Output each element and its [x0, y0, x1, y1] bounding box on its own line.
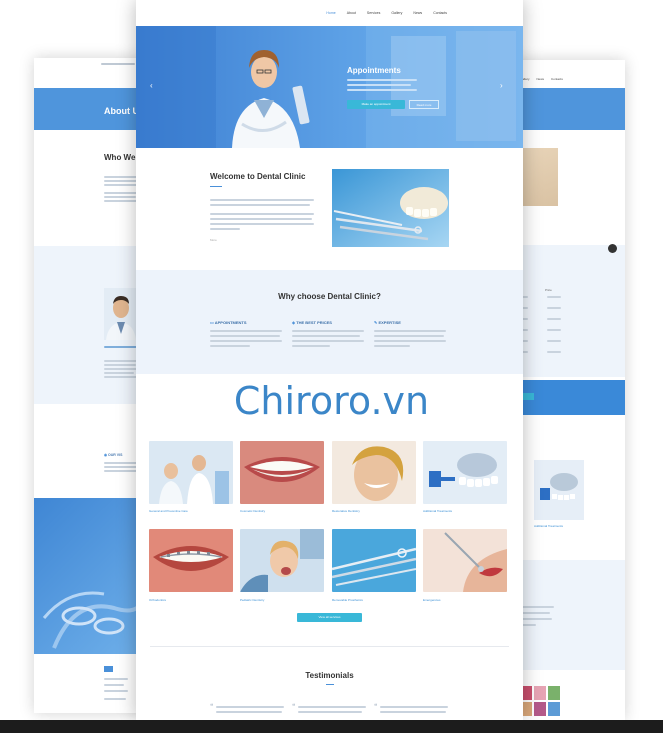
quote-icon: ❝ — [210, 704, 214, 710]
service-caption[interactable]: General and Preventive Care — [149, 509, 188, 513]
nav-item-contacts[interactable]: Contacts — [551, 77, 563, 81]
service-card-cosmetic[interactable] — [240, 441, 324, 504]
dental-tools-photo — [332, 169, 449, 247]
tools-photo — [34, 498, 146, 654]
service-caption[interactable]: Removable Prosthetics — [332, 598, 363, 602]
additional-treatments-photo — [534, 460, 584, 520]
welcome-more-link[interactable]: More — [210, 238, 217, 242]
service-card-additional[interactable] — [423, 441, 507, 504]
our-vision-title: ◉ OUR VIS — [104, 453, 123, 457]
nav-item-news[interactable]: News — [537, 77, 545, 81]
chevron-right-icon[interactable]: › — [500, 81, 503, 90]
testimonials-underline — [326, 684, 334, 685]
additional-caption: Additional Treatments — [534, 524, 564, 528]
service-card-general[interactable] — [149, 441, 233, 504]
footer-logo — [104, 666, 113, 672]
feature-expertise: ✎ EXPERTISE — [374, 320, 401, 325]
make-appointment-button[interactable]: Make an appointment — [347, 100, 405, 109]
nav-item-home[interactable]: Home — [326, 11, 335, 15]
feature-best-prices: ◈ THE BEST PRICES — [292, 320, 332, 325]
service-card-emergencies[interactable] — [423, 529, 507, 592]
feature-appointments: ▭ APPOINTMENTS — [210, 320, 247, 325]
quote-icon: ❝ — [292, 704, 296, 710]
hero-title: Appointments — [347, 66, 401, 75]
price-section — [512, 245, 625, 377]
right-light-section — [512, 560, 625, 670]
logo-placeholder — [101, 63, 135, 65]
nav-item-contacts[interactable]: Contacts — [433, 11, 447, 15]
watermark-text: Chiroro.vn — [233, 379, 430, 423]
who-title: Who We — [104, 153, 136, 162]
service-caption[interactable]: Cosmetic Dentistry — [240, 509, 265, 513]
bottom-bar — [0, 720, 663, 733]
gallery-photo — [523, 148, 558, 206]
testimonials-title: Testimonials — [305, 671, 354, 680]
chevron-left-icon[interactable]: ‹ — [150, 81, 153, 90]
carousel-dot[interactable] — [608, 244, 617, 253]
instagram-grid — [520, 686, 560, 716]
price-header: Price — [545, 288, 552, 292]
top-nav: Home About Services Gallery News Contact… — [136, 0, 523, 26]
nav-item-news[interactable]: News — [413, 11, 422, 15]
view-all-services-button[interactable]: View all services — [297, 613, 362, 622]
read-more-button[interactable]: Read more — [409, 100, 439, 109]
right-nav: Gallery News Contacts — [520, 77, 563, 81]
service-caption[interactable]: Orthodontics — [149, 598, 166, 602]
service-caption[interactable]: Emergencies — [423, 598, 441, 602]
nav-item-services[interactable]: Services — [367, 11, 380, 15]
nav-item-about[interactable]: About — [347, 11, 356, 15]
service-caption[interactable]: Restorative Dentistry — [332, 509, 360, 513]
hero-slider: Appointments Make an appointment Read mo… — [136, 26, 523, 148]
right-banner — [512, 88, 625, 130]
service-card-restorative[interactable] — [332, 441, 416, 504]
service-card-pediatric[interactable] — [240, 529, 324, 592]
quote-icon: ❝ — [374, 704, 378, 710]
service-card-removable[interactable] — [332, 529, 416, 592]
main-page: Home About Services Gallery News Contact… — [136, 0, 523, 720]
service-caption[interactable]: Additional Treatments — [423, 509, 452, 513]
why-section: Why choose Dental Clinic? ▭ APPOINTMENTS… — [136, 270, 523, 374]
service-caption[interactable]: Pediatric Dentistry — [240, 598, 264, 602]
why-title: Why choose Dental Clinic? — [278, 292, 381, 301]
about-banner: About Us — [34, 88, 146, 130]
doctor-photo — [104, 288, 138, 340]
hero-background-art — [136, 26, 523, 148]
nav-item-gallery[interactable]: Gallery — [391, 11, 402, 15]
divider — [150, 646, 509, 647]
welcome-underline — [210, 186, 222, 187]
service-card-orthodontics[interactable] — [149, 529, 233, 592]
welcome-title: Welcome to Dental Clinic — [210, 172, 306, 181]
